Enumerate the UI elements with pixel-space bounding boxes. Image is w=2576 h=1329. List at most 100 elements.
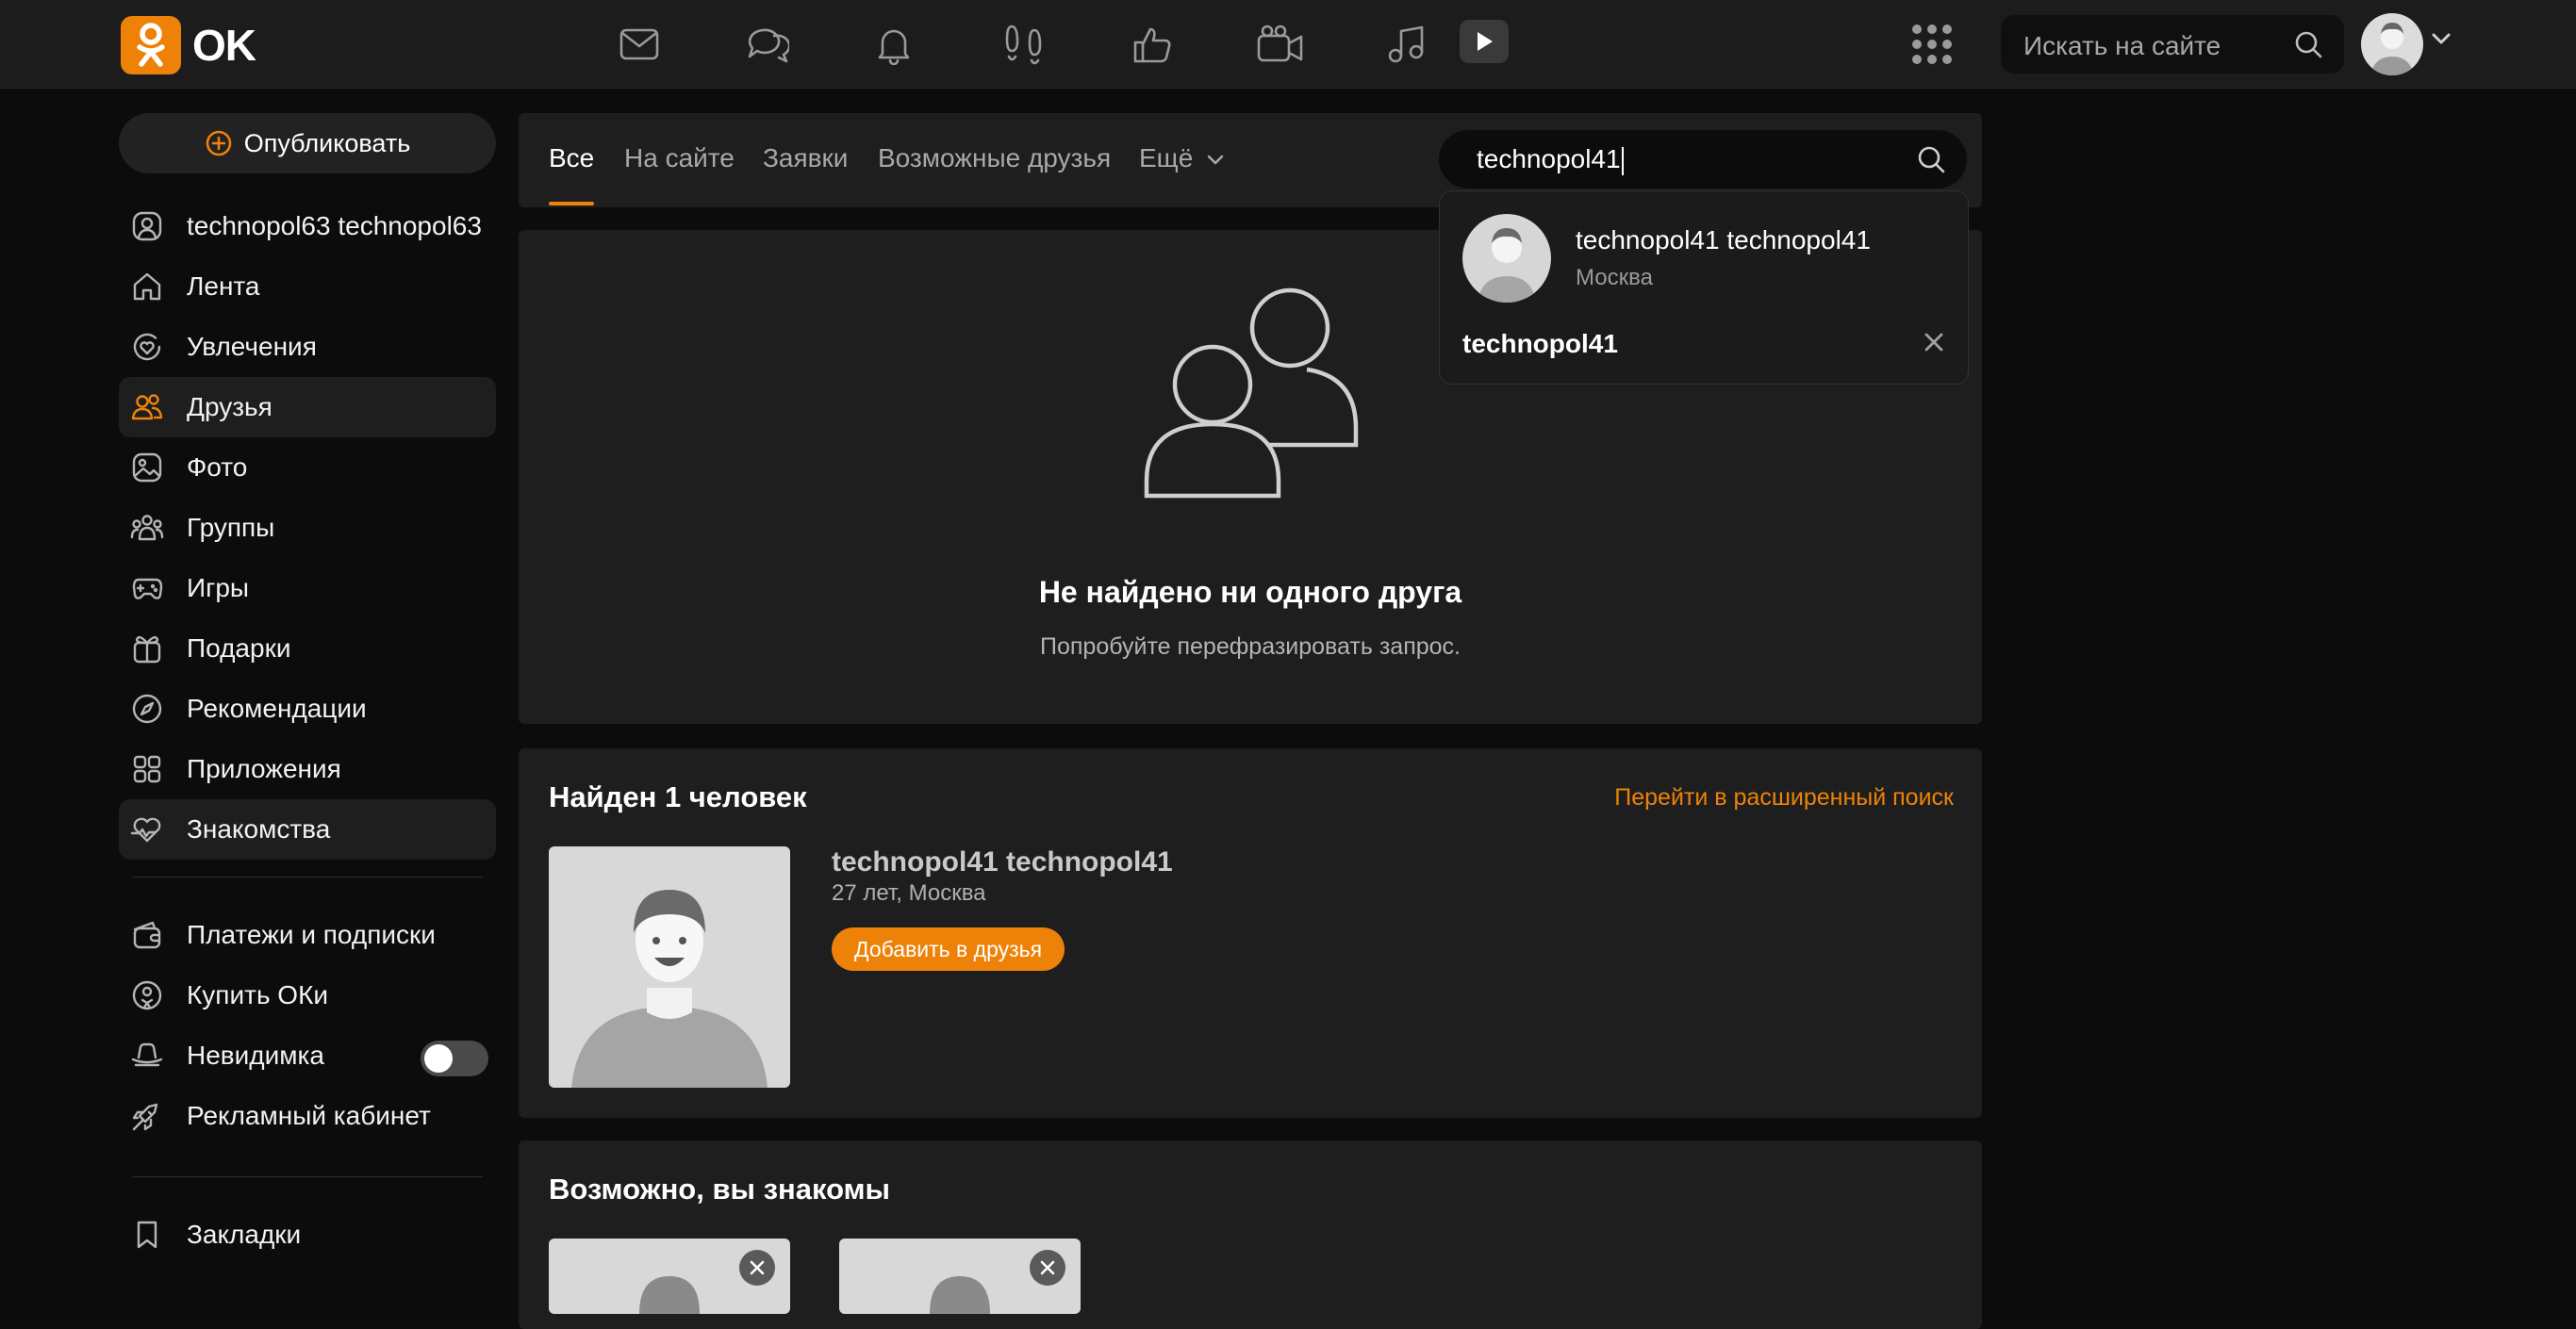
wallet-icon bbox=[130, 918, 164, 952]
advanced-search-link[interactable]: Перейти в расширенный поиск bbox=[1614, 784, 1954, 812]
tab-more[interactable]: Ещё bbox=[1139, 143, 1225, 173]
discussions-icon[interactable] bbox=[739, 16, 796, 73]
sidebar-item-recommendations[interactable]: Рекомендации bbox=[119, 679, 496, 739]
guests-icon[interactable] bbox=[996, 16, 1052, 73]
found-people-card: Найден 1 человек Перейти в расширенный п… bbox=[519, 748, 1982, 1118]
maybe-title: Возможно, вы знакомы bbox=[549, 1173, 891, 1206]
sidebar: Опубликовать technopol63 technopol63 Лен… bbox=[119, 113, 496, 1249]
invisible-toggle[interactable] bbox=[421, 1041, 488, 1076]
suggestion-name[interactable]: technopol41 technopol41 bbox=[1576, 225, 1871, 255]
sidebar-item-label: Платежи и подписки bbox=[187, 920, 436, 949]
suggestion-avatar[interactable] bbox=[1462, 214, 1551, 303]
plus-circle-icon bbox=[206, 130, 232, 156]
friends-search-value: technopol41 bbox=[1477, 144, 1624, 175]
groups-icon bbox=[130, 511, 164, 545]
active-tab-indicator bbox=[549, 202, 594, 205]
toggle-knob bbox=[424, 1044, 453, 1073]
dismiss-suggestion-button[interactable] bbox=[739, 1250, 775, 1286]
sidebar-item-label: Подарки bbox=[187, 633, 291, 663]
games-icon bbox=[130, 571, 164, 605]
photo-icon bbox=[130, 451, 164, 484]
notifications-icon[interactable] bbox=[866, 16, 922, 73]
music-icon[interactable] bbox=[1379, 16, 1435, 73]
sidebar-item-apps[interactable]: Приложения bbox=[119, 739, 496, 799]
sidebar-divider bbox=[132, 1176, 483, 1177]
sidebar-item-label: Знакомства bbox=[187, 814, 331, 844]
user-avatar[interactable] bbox=[2361, 13, 2423, 75]
sidebar-item-label: Купить ОКи bbox=[187, 980, 329, 1009]
publish-label: Опубликовать bbox=[243, 128, 411, 157]
empty-state-title: Не найдено ни одного друга bbox=[1038, 575, 1462, 609]
site-search-input[interactable]: Искать на сайте bbox=[2001, 15, 2344, 74]
profile-icon bbox=[130, 209, 164, 243]
tab-requests[interactable]: Заявки bbox=[763, 143, 848, 173]
video-call-icon[interactable] bbox=[1252, 16, 1309, 73]
sidebar-item-dating[interactable]: Знакомства bbox=[119, 799, 496, 860]
messages-icon[interactable] bbox=[611, 16, 668, 73]
tab-more-label: Ещё bbox=[1139, 143, 1194, 172]
coins-icon bbox=[130, 978, 164, 1012]
sidebar-item-label: Лента bbox=[187, 271, 260, 301]
suggested-person-card[interactable] bbox=[839, 1239, 1081, 1314]
search-suggestions-dropdown: technopol41 technopol41 Москва technopol… bbox=[1439, 190, 1969, 385]
tab-online[interactable]: На сайте bbox=[624, 143, 735, 173]
close-icon bbox=[1040, 1260, 1055, 1275]
person-name[interactable]: technopol41 technopol41 bbox=[832, 846, 1173, 878]
sidebar-item-photo[interactable]: Фото bbox=[119, 437, 496, 498]
sidebar-item-invisible[interactable]: Невидимка bbox=[119, 1025, 496, 1086]
compass-icon bbox=[130, 692, 164, 726]
tab-all[interactable]: Все bbox=[549, 143, 594, 173]
sidebar-item-label: Рекламный кабинет bbox=[187, 1101, 431, 1130]
friends-icon bbox=[130, 390, 164, 424]
chevron-down-icon bbox=[1207, 155, 1224, 164]
gift-icon bbox=[130, 632, 164, 665]
found-title: Найден 1 человек bbox=[549, 780, 807, 813]
sidebar-item-ads-cabinet[interactable]: Рекламный кабинет bbox=[119, 1086, 496, 1146]
hobby-icon bbox=[130, 330, 164, 364]
sidebar-item-games[interactable]: Игры bbox=[119, 558, 496, 618]
friends-search-input[interactable]: technopol41 bbox=[1439, 130, 1967, 189]
ok-logo-text: OK bbox=[192, 21, 256, 70]
ok-logo-icon bbox=[121, 16, 181, 74]
sidebar-item-buy-oks[interactable]: Купить ОКи bbox=[119, 965, 496, 1025]
search-icon[interactable] bbox=[2293, 29, 2323, 59]
dating-icon bbox=[130, 812, 164, 846]
empty-state-subtitle: Попробуйте перефразировать запрос. bbox=[1040, 633, 1461, 660]
close-icon[interactable] bbox=[1923, 331, 1945, 353]
apps-grid-icon[interactable] bbox=[1908, 21, 1956, 68]
friends-illustration-icon bbox=[1144, 287, 1359, 499]
sidebar-item-payments[interactable]: Платежи и подписки bbox=[119, 905, 496, 965]
sidebar-item-label: Невидимка bbox=[187, 1041, 324, 1070]
sidebar-item-label: Игры bbox=[187, 573, 250, 602]
tab-possible-friends[interactable]: Возможные друзья bbox=[878, 143, 1111, 173]
suggested-person-card[interactable] bbox=[549, 1239, 790, 1314]
sidebar-item-gifts[interactable]: Подарки bbox=[119, 618, 496, 679]
sidebar-item-label: Приложения bbox=[187, 754, 341, 783]
home-icon bbox=[130, 270, 164, 304]
sidebar-item-groups[interactable]: Группы bbox=[119, 498, 496, 558]
suggestion-city: Москва bbox=[1576, 265, 1653, 290]
apps-icon bbox=[130, 752, 164, 786]
ads-icon bbox=[130, 1099, 164, 1133]
sidebar-item-friends[interactable]: Друзья bbox=[119, 377, 496, 437]
recent-query[interactable]: technopol41 bbox=[1462, 329, 1618, 359]
text-caret bbox=[1621, 146, 1624, 175]
ok-logo[interactable]: OK bbox=[121, 16, 256, 74]
sidebar-item-hobbies[interactable]: Увлечения bbox=[119, 317, 496, 377]
chevron-down-icon[interactable] bbox=[2431, 32, 2452, 45]
dismiss-suggestion-button[interactable] bbox=[1030, 1250, 1065, 1286]
search-icon[interactable] bbox=[1916, 144, 1946, 174]
sidebar-item-feed[interactable]: Лента bbox=[119, 256, 496, 317]
add-friend-button[interactable]: Добавить в друзья bbox=[832, 927, 1065, 971]
sidebar-divider bbox=[132, 877, 483, 878]
site-search-placeholder: Искать на сайте bbox=[2023, 31, 2221, 60]
person-photo[interactable] bbox=[549, 846, 790, 1088]
video-icon[interactable] bbox=[1460, 20, 1509, 63]
sidebar-item-bookmarks[interactable]: Закладки bbox=[119, 1205, 496, 1265]
sidebar-item-label: Закладки bbox=[187, 1220, 302, 1249]
sidebar-item-profile[interactable]: technopol63 technopol63 bbox=[119, 196, 496, 256]
sidebar-item-label: Друзья bbox=[187, 392, 272, 421]
publish-button[interactable]: Опубликовать bbox=[119, 113, 496, 173]
events-icon[interactable] bbox=[1124, 16, 1181, 73]
sidebar-item-label: technopol63 technopol63 bbox=[187, 211, 482, 240]
